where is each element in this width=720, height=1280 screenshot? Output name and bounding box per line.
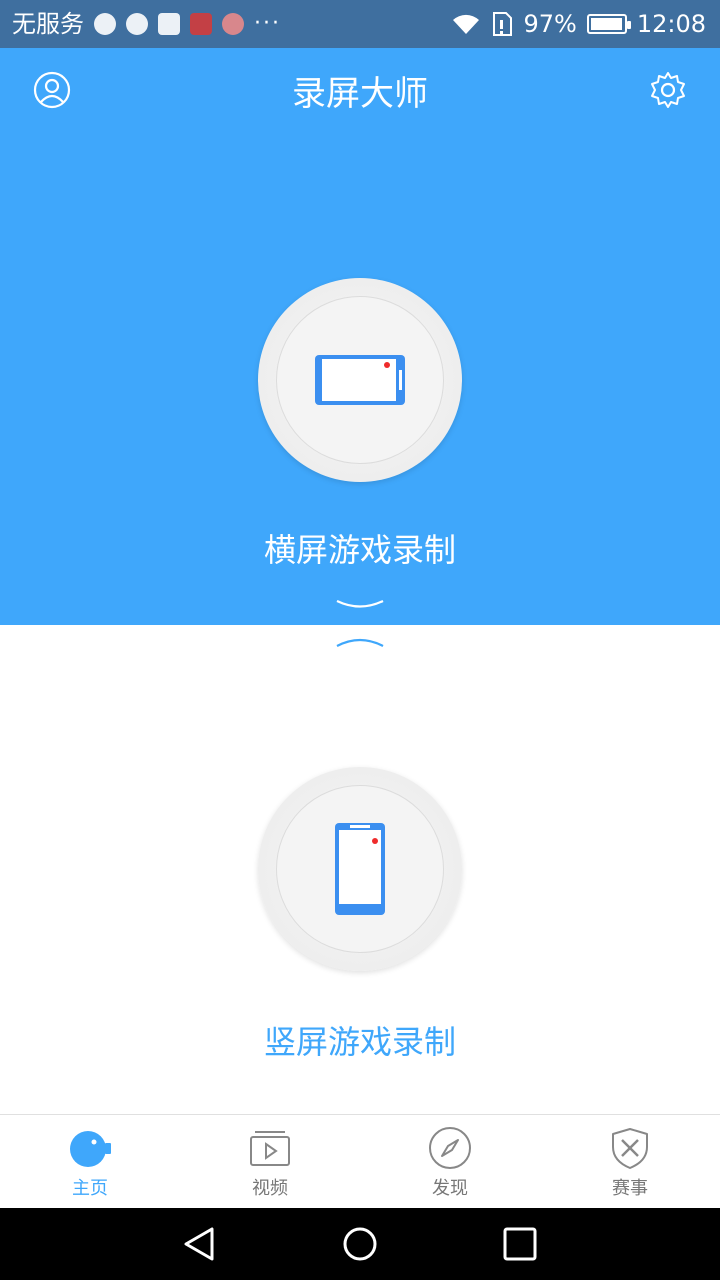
landscape-record-button[interactable] (258, 278, 462, 482)
status-bar: 无服务 ··· 97% 12:08 (0, 0, 720, 48)
chevron-down-icon[interactable] (335, 598, 385, 612)
portrait-phone-icon (335, 823, 385, 915)
tab-events-label: 赛事 (612, 1178, 648, 1199)
recent-apps-icon[interactable] (502, 1226, 538, 1262)
battery-fill (590, 18, 622, 30)
tab-discover-label: 发现 (432, 1178, 468, 1199)
blocked-icon (222, 13, 244, 35)
clock: 12:08 (636, 10, 706, 38)
battery-icon (586, 14, 631, 34)
tab-discover[interactable]: 发现 (360, 1115, 540, 1209)
calendar-icon (190, 13, 212, 35)
landscape-section: 录屏大师 横屏游戏录制 (0, 48, 720, 625)
system-nav-bar (0, 1208, 720, 1280)
tab-events[interactable]: 赛事 (540, 1115, 720, 1209)
heart-rate-icon (158, 13, 180, 35)
sync-icon (126, 13, 148, 35)
landscape-record-label[interactable]: 横屏游戏录制 (0, 530, 720, 570)
tab-video[interactable]: 视频 (180, 1115, 360, 1209)
compass-icon (429, 1127, 471, 1169)
bottom-tab-bar: 主页 视频 发现 赛事 (0, 1114, 720, 1209)
back-icon[interactable] (182, 1226, 218, 1262)
battery-percent: 97% (523, 10, 577, 38)
landscape-phone-icon (315, 355, 405, 405)
more-notifications: ··· (254, 11, 281, 36)
app-notification-icon (94, 13, 116, 35)
portrait-record-button[interactable] (258, 767, 462, 971)
camera-icon (70, 1131, 111, 1167)
tab-home-label: 主页 (72, 1178, 108, 1199)
home-icon[interactable] (342, 1226, 378, 1262)
tab-video-label: 视频 (252, 1178, 288, 1199)
landscape-button-face (276, 296, 444, 464)
status-left: 无服务 ··· (12, 8, 281, 40)
shield-swords-icon (612, 1128, 648, 1169)
gear-icon[interactable] (648, 70, 688, 110)
carrier-text: 无服务 (12, 10, 84, 38)
video-icon (250, 1131, 290, 1166)
chevron-up-icon[interactable] (335, 634, 385, 648)
wifi-icon (453, 14, 480, 34)
portrait-record-label[interactable]: 竖屏游戏录制 (0, 1022, 720, 1062)
sim-card-icon (493, 12, 513, 36)
status-right: 97% 12:08 (451, 8, 706, 40)
tab-home[interactable]: 主页 (0, 1115, 180, 1209)
page-title: 录屏大师 (292, 74, 428, 114)
portrait-button-face (276, 785, 444, 953)
